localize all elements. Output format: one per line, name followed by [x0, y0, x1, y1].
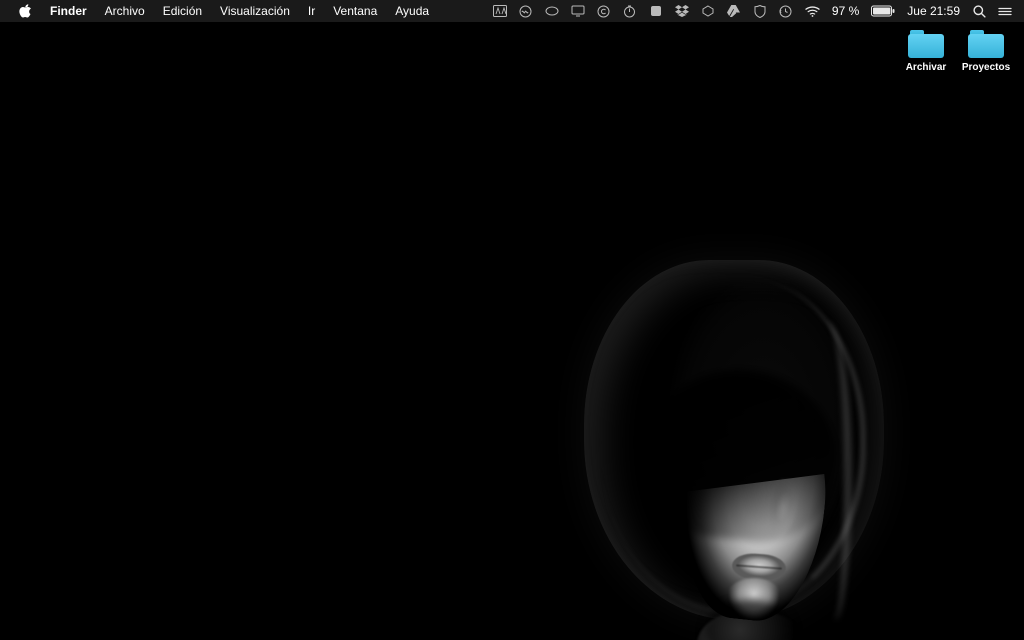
wallpaper-figure	[524, 240, 944, 640]
battery-percent-text[interactable]: 97 %	[830, 0, 861, 22]
siri-icon[interactable]	[517, 0, 535, 22]
menu-edicion[interactable]: Edición	[154, 0, 211, 22]
desktop-icons: Archivar Proyectos	[904, 30, 1008, 73]
antivirus-icon[interactable]	[751, 0, 769, 22]
app-icon[interactable]	[647, 0, 665, 22]
apple-menu[interactable]	[10, 4, 41, 18]
battery-icon[interactable]	[869, 0, 897, 22]
search-icon[interactable]	[970, 0, 988, 22]
app-menu-finder[interactable]: Finder	[41, 0, 96, 22]
folder-label: Proyectos	[962, 62, 1010, 73]
menu-ventana[interactable]: Ventana	[324, 0, 386, 22]
app2-icon[interactable]	[699, 0, 717, 22]
control-center-icon[interactable]	[996, 0, 1014, 22]
folder-icon	[968, 30, 1004, 58]
desktop[interactable]: Archivar Proyectos	[0, 22, 1024, 640]
folder-icon	[908, 30, 944, 58]
menu-visualizacion[interactable]: Visualización	[211, 0, 299, 22]
timer-icon[interactable]	[621, 0, 639, 22]
spotlight-alt-icon[interactable]	[543, 0, 561, 22]
display-icon[interactable]	[569, 0, 587, 22]
desktop-folder-proyectos[interactable]: Proyectos	[964, 30, 1008, 73]
menubar-right: 97 % Jue 21:59	[491, 0, 1014, 22]
menubar-left: Finder Archivo Edición Visualización Ir …	[10, 0, 438, 22]
menu-ayuda[interactable]: Ayuda	[386, 0, 438, 22]
menu-archivo[interactable]: Archivo	[96, 0, 154, 22]
wifi-icon[interactable]	[803, 0, 822, 22]
google-drive-icon[interactable]	[725, 0, 743, 22]
time-machine-icon[interactable]	[777, 0, 795, 22]
desktop-wallpaper	[0, 22, 1024, 640]
menubar-clock[interactable]: Jue 21:59	[905, 0, 962, 22]
adobe-cc-icon[interactable]	[491, 0, 509, 22]
desktop-folder-archivar[interactable]: Archivar	[904, 30, 948, 73]
dropbox-icon[interactable]	[673, 0, 691, 22]
menu-ir[interactable]: Ir	[299, 0, 324, 22]
copyright-icon[interactable]	[595, 0, 613, 22]
menubar: Finder Archivo Edición Visualización Ir …	[0, 0, 1024, 22]
folder-label: Archivar	[906, 62, 947, 73]
